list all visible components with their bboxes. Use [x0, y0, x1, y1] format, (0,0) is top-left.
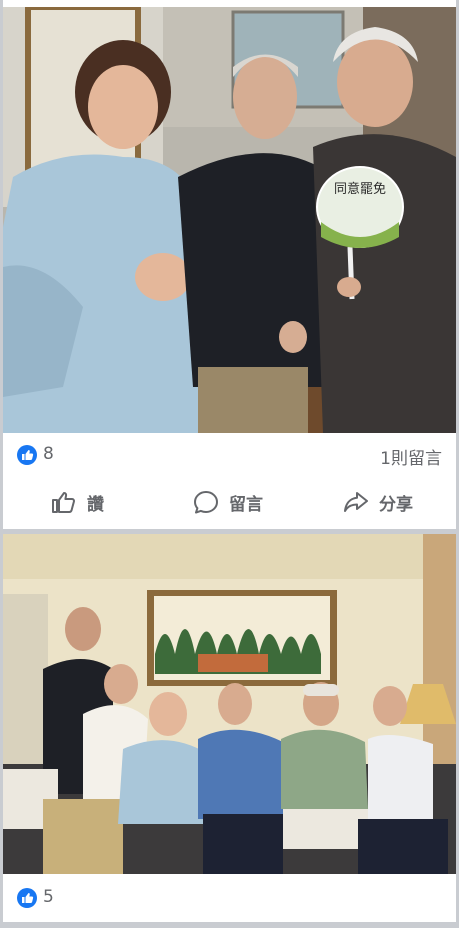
reaction-count[interactable]: 5 — [43, 887, 54, 907]
comment-bubble-icon — [194, 491, 218, 514]
post-photo[interactable]: 同意罷免 — [3, 7, 456, 433]
reaction-count[interactable]: 8 — [43, 444, 54, 464]
share-arrow-icon — [344, 492, 368, 512]
group-photo-three-people: 同意罷免 — [3, 7, 456, 433]
comment-button-label: 留言 — [229, 494, 263, 515]
group-photo-six-people — [3, 534, 456, 874]
comment-count-link[interactable]: 1則留言 — [380, 444, 442, 469]
post-stats-bar: 5 — [3, 878, 456, 918]
comment-button[interactable]: 留言 — [193, 478, 263, 526]
like-reaction-icon[interactable] — [17, 888, 37, 908]
like-button[interactable]: 讚 — [51, 478, 104, 526]
post-photo[interactable] — [3, 534, 456, 874]
share-button-label: 分享 — [379, 494, 413, 515]
like-reaction-icon[interactable] — [17, 445, 37, 465]
fan-slogan-text: 同意罷免 — [334, 181, 386, 197]
post-action-bar: 讚 留言 分享 — [3, 478, 456, 526]
thumbs-up-icon — [52, 492, 75, 513]
post-card: 同意罷免 8 1則留言 讚 留言 分享 — [3, 0, 456, 529]
post-stats-bar: 8 1則留言 — [3, 435, 456, 475]
like-button-label: 讚 — [87, 494, 104, 515]
post-card: 5 — [3, 534, 456, 922]
share-button[interactable]: 分享 — [343, 478, 413, 526]
news-feed: 同意罷免 8 1則留言 讚 留言 分享 5 — [0, 0, 459, 928]
